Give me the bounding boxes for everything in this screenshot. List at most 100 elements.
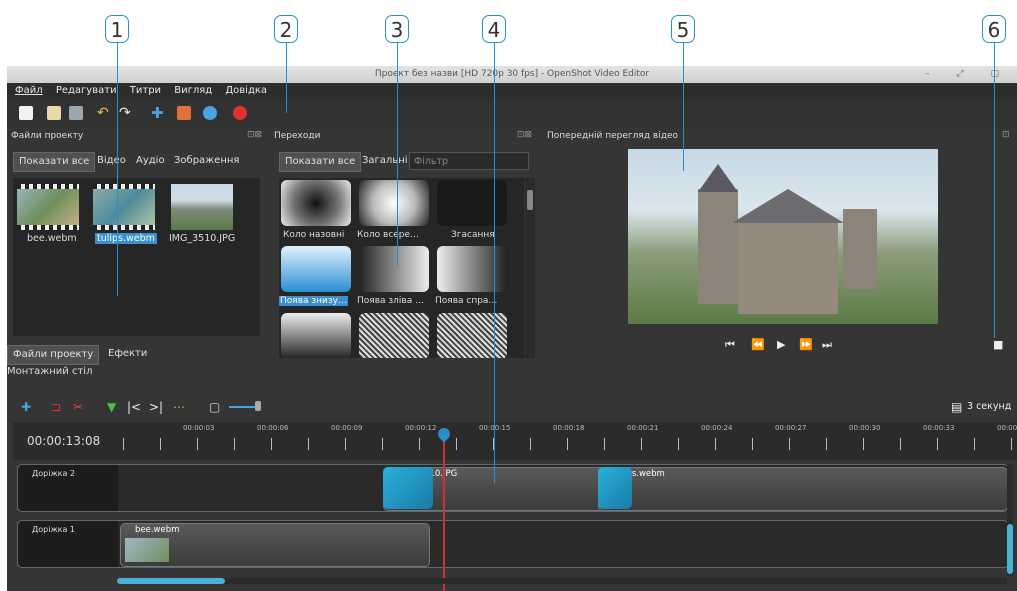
- clip-tulips[interactable]: tulips.webm: [598, 467, 1008, 511]
- menu-view[interactable]: Вигляд: [174, 85, 212, 96]
- play-icon[interactable]: ▶: [777, 338, 785, 351]
- callout-6: 6: [982, 15, 1006, 43]
- snapping-icon[interactable]: ⊐: [51, 400, 61, 414]
- fullscreen-icon[interactable]: [203, 106, 217, 120]
- camera-icon[interactable]: ■: [993, 338, 1003, 351]
- track-2-header: Доріжка 2: [18, 465, 118, 511]
- tab-show-all-transitions[interactable]: Показати все: [279, 152, 362, 172]
- menu-help[interactable]: Довідка: [225, 85, 267, 96]
- jump-start-icon[interactable]: ⏮: [725, 338, 735, 352]
- transition-wipe-right[interactable]: [437, 246, 507, 292]
- window-controls[interactable]: – ⤢ ▢: [925, 66, 1011, 83]
- callout-5-line: [683, 43, 684, 171]
- transitions-float-icons[interactable]: ⊡⊠: [517, 130, 532, 140]
- redo-icon[interactable]: ↷: [119, 106, 133, 120]
- transition-wipe-bottom[interactable]: [281, 246, 351, 292]
- callout-3: 3: [385, 15, 409, 43]
- panel-float-icons[interactable]: ⊡⊠: [247, 130, 262, 140]
- jump-end-icon[interactable]: ⏭: [822, 338, 832, 352]
- transition-block-1[interactable]: [383, 467, 433, 509]
- rewind-icon[interactable]: ⏪: [751, 338, 765, 351]
- timeline-header: Монтажний стіл: [7, 366, 93, 377]
- timeline-horizontal-scrollbar[interactable]: [117, 578, 1007, 584]
- file-name-tulips[interactable]: tulips.webm: [95, 233, 157, 244]
- tab-images[interactable]: Зображення: [169, 152, 244, 170]
- file-thumb-img3510[interactable]: [171, 184, 233, 230]
- transition-label-wipe-bottom: Поява знизу…: [279, 296, 348, 306]
- save-project-icon[interactable]: [69, 106, 83, 120]
- menu-edit[interactable]: Редагувати: [56, 85, 117, 96]
- zoom-icon[interactable]: ▢: [209, 400, 220, 414]
- clip-bee[interactable]: bee.webm: [120, 523, 430, 567]
- castle-tower-right: [843, 209, 877, 289]
- track-1-name: Доріжка 1: [32, 525, 76, 534]
- preview-header: Попередній перегляд відео: [547, 131, 678, 141]
- transition-pattern-2[interactable]: [437, 313, 507, 358]
- file-name-bee[interactable]: bee.webm: [27, 233, 77, 244]
- ruler-tick: 00:00:27: [775, 424, 807, 432]
- transition-label-fade: Згасання: [451, 230, 495, 240]
- main-toolbar: ↶ ↷ ✚: [7, 99, 1017, 127]
- tab-video[interactable]: Відео: [92, 152, 131, 170]
- add-track-icon[interactable]: ✚: [21, 400, 31, 414]
- playhead[interactable]: [443, 432, 445, 591]
- fast-forward-icon[interactable]: ⏩: [799, 338, 813, 351]
- tab-project-files[interactable]: Файли проекту: [7, 345, 100, 365]
- transition-circle-out[interactable]: [281, 180, 351, 226]
- transition-block-2[interactable]: [598, 467, 632, 509]
- preview-float-icons[interactable]: ⊡: [1002, 130, 1010, 140]
- add-marker-icon[interactable]: ▼: [107, 400, 116, 414]
- choose-profile-icon[interactable]: [177, 106, 191, 120]
- import-files-icon[interactable]: ✚: [151, 106, 165, 121]
- tab-show-all-files[interactable]: Показати все: [13, 152, 96, 172]
- tab-common-transitions[interactable]: Загальні: [357, 152, 413, 170]
- timeline-ruler[interactable]: 00:00:13:08 00:00:03 00:00:06 00:00:09 0…: [13, 422, 1017, 460]
- transitions-filter-input[interactable]: Фільтр: [409, 152, 529, 170]
- file-name-img3510[interactable]: IMG_3510.JPG: [169, 233, 235, 244]
- razor-icon[interactable]: ✂: [73, 400, 83, 414]
- new-project-icon[interactable]: [19, 106, 33, 120]
- file-thumb-tulips[interactable]: [93, 184, 155, 230]
- castle-main-roof: [732, 189, 844, 223]
- tab-audio[interactable]: Аудіо: [131, 152, 170, 170]
- ruler-tick: 00:00:21: [627, 424, 659, 432]
- menu-titles[interactable]: Титри: [130, 85, 161, 96]
- transition-circle-in[interactable]: [359, 180, 429, 226]
- clip-thumb-bee: [125, 538, 169, 562]
- transition-label-circle-in: Коло всере…: [357, 230, 420, 240]
- timeline-vertical-scrollbar[interactable]: [1007, 464, 1013, 576]
- clip-title-bee: bee.webm: [135, 525, 180, 535]
- open-project-icon[interactable]: [47, 106, 61, 120]
- project-files-list: bee.webm tulips.webm IMG_3510.JPG: [13, 178, 260, 336]
- callout-2-line: [286, 43, 287, 113]
- zoom-slider-handle[interactable]: [255, 401, 261, 411]
- transition-wipe-left[interactable]: [359, 246, 429, 292]
- next-marker-icon[interactable]: >|: [149, 400, 163, 414]
- transitions-scrollbar[interactable]: [525, 178, 535, 358]
- castle-roof-left: [698, 164, 738, 192]
- menu-bar: Файл Редагувати Титри Вигляд Довідка: [7, 83, 1017, 99]
- castle-main-tower: [738, 219, 838, 314]
- undo-icon[interactable]: ↶: [97, 106, 111, 120]
- menu-file[interactable]: Файл: [15, 85, 43, 96]
- callout-1-line: [117, 43, 118, 296]
- track-1[interactable]: Доріжка 1 bee.webm: [17, 520, 1009, 568]
- ruler-tick: 00:00:33: [923, 424, 955, 432]
- track-2[interactable]: Доріжка 2 IMG_3510.JPG tulips.webm: [17, 464, 1009, 512]
- transition-wipe-top[interactable]: [281, 313, 351, 358]
- previous-marker-icon[interactable]: |<: [127, 400, 141, 414]
- transition-label-wipe-left: Поява зліва …: [357, 296, 425, 306]
- video-preview: [628, 149, 938, 324]
- ruler-tick: 00:00:3: [997, 424, 1017, 432]
- tab-effects[interactable]: Ефекти: [103, 345, 152, 363]
- transition-pattern-1[interactable]: [359, 313, 429, 358]
- transition-label-wipe-right: Поява спра…: [435, 296, 498, 306]
- callout-6-line: [994, 43, 995, 338]
- transitions-header: Переходи: [274, 131, 321, 141]
- center-playhead-icon[interactable]: ⋯: [173, 400, 185, 414]
- zoom-level-label: 3 секунд: [967, 401, 1012, 412]
- export-video-icon[interactable]: [233, 106, 247, 120]
- transition-fade[interactable]: [437, 180, 507, 226]
- file-thumb-bee[interactable]: [17, 184, 79, 230]
- callout-1: 1: [105, 15, 129, 43]
